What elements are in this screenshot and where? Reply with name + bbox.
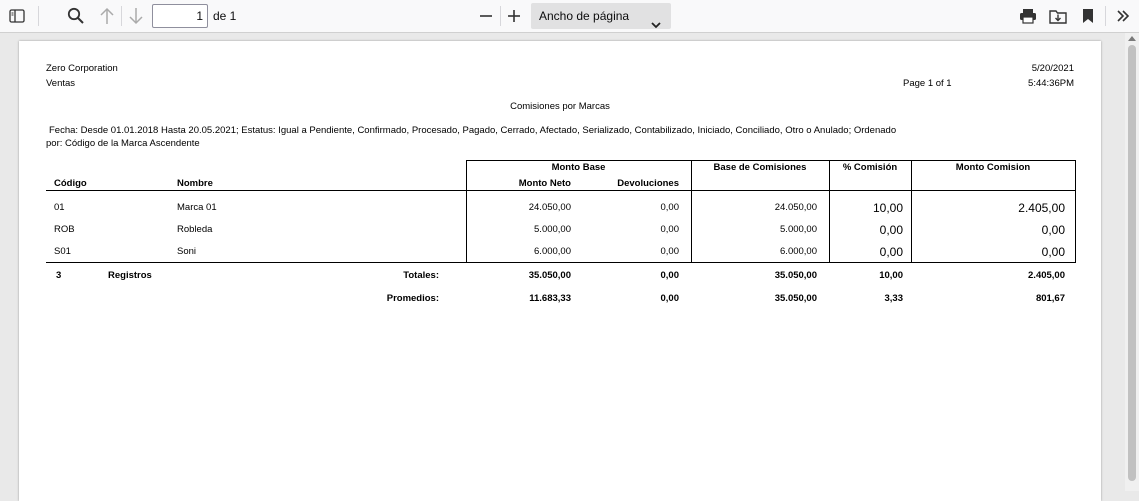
module-name: Ventas [46, 78, 76, 89]
row-1-nombre: Marca 01 [177, 202, 217, 213]
zoom-select-value: Ancho de página [539, 9, 630, 23]
pdf-page: Zero Corporation Ventas 5/20/2021 5:44:3… [19, 41, 1101, 501]
totals-base: 35.050,00 [774, 270, 817, 281]
chevron-down-icon [651, 12, 661, 38]
row-3-devoluciones: 0,00 [660, 246, 680, 257]
row-1-monto-neto: 24.050,00 [528, 202, 571, 213]
row-2-base: 5.000,00 [780, 224, 817, 235]
header-base-comisiones: Base de Comisiones [713, 162, 807, 173]
row-2-pct: 0,00 [879, 223, 903, 237]
sidebar-toggle-icon[interactable] [5, 4, 29, 28]
report-title: Comisiones por Marcas [510, 101, 610, 112]
totals-pct: 10,00 [879, 270, 903, 281]
page-number-input[interactable] [152, 4, 208, 28]
row-3-monto-neto: 6.000,00 [534, 246, 571, 257]
row-1-comision: 2.405,00 [1018, 201, 1065, 215]
totals-monto-neto: 35.050,00 [528, 270, 571, 281]
header-codigo: Código [54, 178, 87, 189]
pdf-toolbar: de 1 Ancho de página [0, 0, 1139, 33]
row-2-codigo: ROB [54, 224, 75, 235]
row-2-comision: 0,00 [1041, 223, 1065, 237]
averages-base: 35.050,00 [774, 293, 817, 304]
row-3-pct: 0,00 [879, 245, 903, 259]
row-1-base: 24.050,00 [774, 202, 817, 213]
tools-chevron-icon[interactable] [1111, 4, 1135, 28]
scroll-up-icon[interactable] [1128, 36, 1136, 41]
row-1-codigo: 01 [54, 202, 65, 213]
totals-devoluciones: 0,00 [660, 270, 680, 281]
header-nombre: Nombre [177, 178, 213, 189]
row-3-codigo: S01 [54, 246, 71, 257]
zoom-select[interactable]: Ancho de página [531, 3, 671, 29]
bookmark-icon[interactable] [1076, 4, 1100, 28]
averages-label: Promedios: [386, 293, 439, 304]
averages-comision: 801,67 [1035, 293, 1065, 304]
zoom-in-icon[interactable] [502, 4, 526, 28]
report-date: 5/20/2021 [1031, 63, 1074, 74]
header-monto-comision: Monto Comision [955, 162, 1031, 173]
company-name: Zero Corporation [46, 63, 118, 74]
filter-text-line1: Fecha: Desde 01.01.2018 Hasta 20.05.2021… [49, 125, 897, 136]
row-3-comision: 0,00 [1041, 245, 1065, 259]
totals-count: 3 [56, 270, 62, 281]
row-3-nombre: Soni [177, 246, 197, 257]
totals-comision: 2.405,00 [1028, 270, 1065, 281]
header-monto-base: Monto Base [551, 162, 606, 173]
search-icon[interactable] [64, 4, 88, 28]
totals-label: Totales: [403, 270, 439, 281]
page-count-label: de 1 [213, 9, 237, 23]
save-icon[interactable] [1046, 4, 1070, 28]
previous-page-icon[interactable] [95, 4, 119, 28]
page-info: Page 1 of 1 [903, 78, 952, 89]
row-2-devoluciones: 0,00 [660, 224, 680, 235]
averages-pct: 3,33 [884, 293, 904, 304]
row-2-monto-neto: 5.000,00 [534, 224, 571, 235]
header-devoluciones: Devoluciones [617, 178, 679, 189]
row-3-base: 6.000,00 [780, 246, 817, 257]
header-pct-comision: % Comisión [842, 162, 898, 173]
averages-devoluciones: 0,00 [660, 293, 680, 304]
vertical-scrollbar[interactable] [1125, 33, 1139, 491]
row-2-nombre: Robleda [177, 224, 213, 235]
report-time: 5:44:36PM [1028, 78, 1074, 89]
totals-registros-label: Registros [108, 270, 152, 281]
averages-monto-neto: 11.683,33 [529, 293, 571, 304]
zoom-out-icon[interactable] [474, 4, 498, 28]
row-1-pct: 10,00 [872, 201, 903, 215]
row-1-devoluciones: 0,00 [660, 202, 680, 213]
print-icon[interactable] [1016, 4, 1040, 28]
header-monto-neto: Monto Neto [518, 178, 571, 189]
filter-text-line2: por: Código de la Marca Ascendente [46, 138, 200, 149]
next-page-icon[interactable] [124, 4, 148, 28]
scrollbar-thumb[interactable] [1128, 45, 1136, 481]
